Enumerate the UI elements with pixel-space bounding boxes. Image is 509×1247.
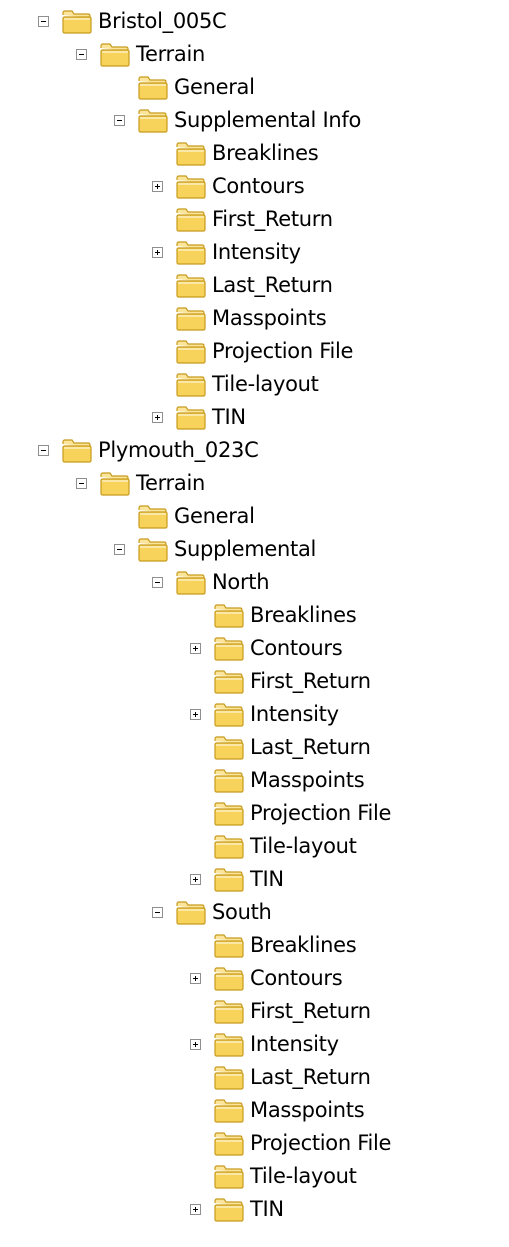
collapse-icon[interactable]: [38, 445, 49, 456]
tree-node-label: Supplemental: [174, 537, 317, 561]
folder-icon: [214, 1033, 244, 1057]
tree-node-label: First_Return: [250, 999, 371, 1023]
folder-icon: [214, 769, 244, 793]
folder-icon: [176, 571, 206, 595]
tree-node-label: First_Return: [250, 669, 371, 693]
tree-node-label: South: [212, 900, 272, 924]
tree-node-label: Tile-layout: [250, 834, 357, 858]
tree-node-label: Contours: [212, 174, 305, 198]
tree-node-label: Supplemental Info: [174, 108, 361, 132]
tree-node-label: TIN: [250, 1197, 284, 1221]
folder-icon: [176, 406, 206, 430]
folder-icon: [214, 1165, 244, 1189]
tree-node-label: Terrain: [136, 471, 205, 495]
tree-node-label: Plymouth_023C: [98, 438, 259, 462]
folder-icon: [176, 208, 206, 232]
expand-icon[interactable]: [190, 643, 201, 654]
folder-icon: [214, 1132, 244, 1156]
collapse-icon[interactable]: [152, 907, 163, 918]
tree-node-label: Last_Return: [250, 1065, 371, 1089]
tree-node-label: North: [212, 570, 270, 594]
expand-icon[interactable]: [152, 181, 163, 192]
tree-node-label: TIN: [212, 405, 246, 429]
folder-icon: [214, 1000, 244, 1024]
folder-tree: Bristol_005C Terrain General Supplemental I…: [0, 0, 509, 1247]
tree-node-label: Breaklines: [250, 933, 357, 957]
collapse-icon[interactable]: [76, 49, 87, 60]
collapse-icon[interactable]: [38, 16, 49, 27]
folder-icon: [138, 538, 168, 562]
tree-node-label: Tile-layout: [250, 1164, 357, 1188]
expand-icon[interactable]: [190, 874, 201, 885]
tree-node-label: General: [174, 75, 255, 99]
folder-icon: [176, 307, 206, 331]
expand-icon[interactable]: [152, 412, 163, 423]
folder-icon: [62, 10, 92, 34]
folder-icon: [100, 472, 130, 496]
tree-node-label: Last_Return: [212, 273, 333, 297]
tree-node-label: Contours: [250, 966, 343, 990]
tree-node-label: General: [174, 504, 255, 528]
tree-node-label: Tile-layout: [212, 372, 319, 396]
folder-icon: [214, 703, 244, 727]
folder-icon: [138, 505, 168, 529]
folder-icon: [214, 637, 244, 661]
folder-icon: [214, 967, 244, 991]
tree-node-label: Intensity: [212, 240, 301, 264]
folder-icon: [214, 802, 244, 826]
tree-node-label: Masspoints: [212, 306, 327, 330]
folder-icon: [138, 76, 168, 100]
collapse-icon[interactable]: [114, 115, 125, 126]
tree-node-label: Terrain: [136, 42, 205, 66]
folder-icon: [176, 274, 206, 298]
tree-node-label: Masspoints: [250, 1098, 365, 1122]
tree-node-label: Breaklines: [212, 141, 319, 165]
folder-icon: [214, 736, 244, 760]
folder-icon: [214, 934, 244, 958]
collapse-icon[interactable]: [76, 478, 87, 489]
tree-node-label: Intensity: [250, 702, 339, 726]
collapse-icon[interactable]: [152, 577, 163, 588]
folder-icon: [214, 670, 244, 694]
folder-icon: [138, 109, 168, 133]
folder-icon: [100, 43, 130, 67]
tree-node-label: Contours: [250, 636, 343, 660]
tree-node-label: Breaklines: [250, 603, 357, 627]
tree-node-label: First_Return: [212, 207, 333, 231]
collapse-icon[interactable]: [114, 544, 125, 555]
tree-node-label: Masspoints: [250, 768, 365, 792]
expand-icon[interactable]: [190, 1039, 201, 1050]
folder-icon: [176, 142, 206, 166]
folder-icon: [214, 835, 244, 859]
expand-icon[interactable]: [190, 709, 201, 720]
tree-node-label: Projection File: [212, 339, 354, 363]
folder-icon: [214, 604, 244, 628]
folder-icon: [214, 1066, 244, 1090]
tree-node-label: Intensity: [250, 1032, 339, 1056]
tree-node-label: Projection File: [250, 1131, 392, 1155]
tree-node-label: TIN: [250, 867, 284, 891]
expand-icon[interactable]: [190, 1204, 201, 1215]
folder-icon: [176, 175, 206, 199]
tree-node-label: Bristol_005C: [98, 9, 227, 33]
folder-icon: [214, 868, 244, 892]
folder-icon: [176, 373, 206, 397]
folder-icon: [176, 901, 206, 925]
folder-icon: [176, 241, 206, 265]
expand-icon[interactable]: [152, 247, 163, 258]
tree-node-label: Projection File: [250, 801, 392, 825]
folder-icon: [214, 1198, 244, 1222]
folder-icon: [214, 1099, 244, 1123]
folder-icon: [176, 340, 206, 364]
folder-icon: [62, 439, 92, 463]
expand-icon[interactable]: [190, 973, 201, 984]
tree-node-label: Last_Return: [250, 735, 371, 759]
